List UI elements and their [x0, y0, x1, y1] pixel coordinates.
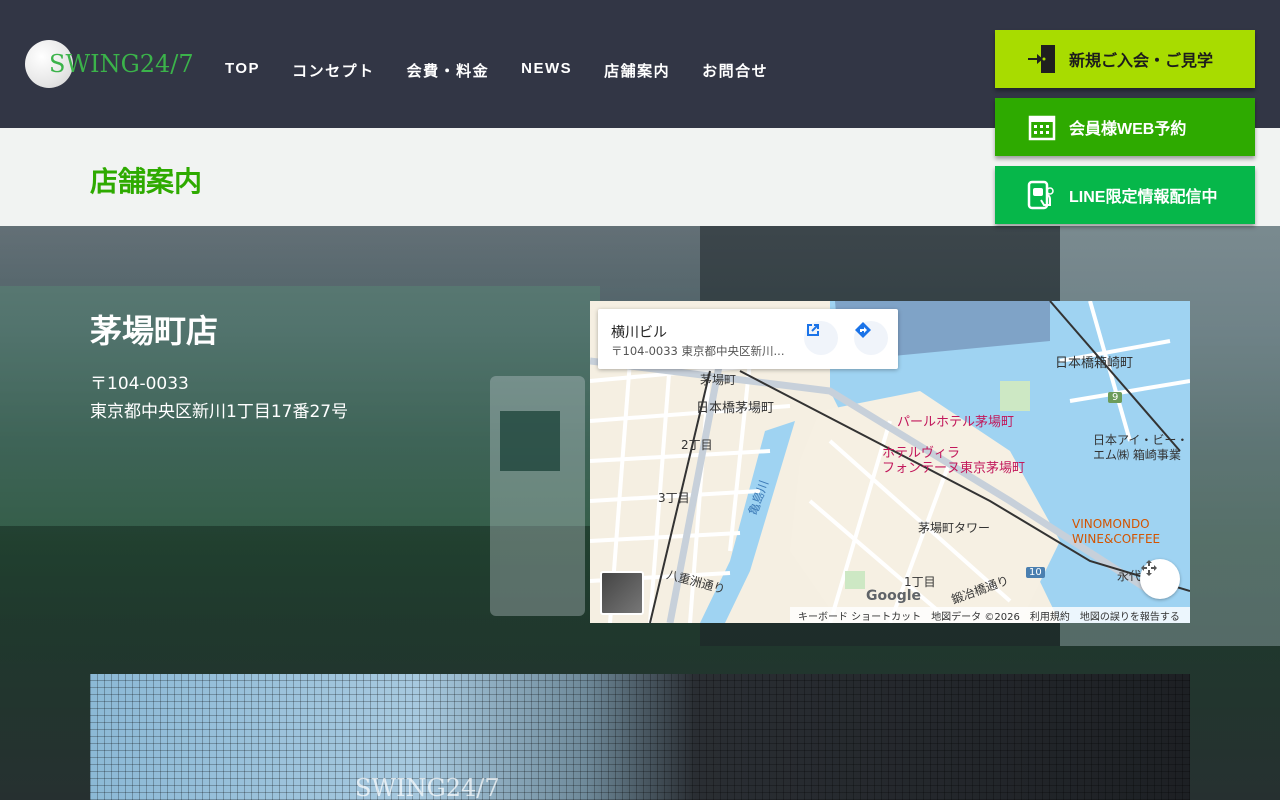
line-info-button[interactable]: LINE限定情報配信中 — [995, 166, 1255, 224]
map-label-chome3: 3丁目 — [658, 491, 690, 505]
join-visit-button[interactable]: 新規ご入会・ご見学 — [995, 30, 1255, 88]
route-9-badge: 9 — [1108, 392, 1123, 403]
map-footer: キーボード ショートカット 地図データ ©2026 利用規約 地図の誤りを報告す… — [790, 607, 1190, 623]
place-card[interactable]: 横川ビル 〒104-0033 東京都中央区新川... — [598, 309, 898, 369]
line-info-label: LINE限定情報配信中 — [1069, 189, 1218, 206]
keyboard-shortcuts-link[interactable]: キーボード ショートカット — [798, 608, 921, 623]
map-data-credit: 地図データ ©2026 — [931, 611, 1020, 623]
net-texture — [90, 674, 1190, 800]
directions-button[interactable] — [854, 321, 888, 355]
report-error-link[interactable]: 地図の誤りを報告する — [1080, 608, 1180, 623]
calendar-icon — [1025, 110, 1059, 144]
map-label-vinomondo-2[interactable]: WINE&COFFEE — [1072, 532, 1160, 546]
logo-text: SWING24/7 — [49, 50, 194, 78]
join-visit-label: 新規ご入会・ご見学 — [1069, 53, 1214, 70]
store-name: 茅場町店 — [90, 312, 219, 350]
web-reservation-label: 会員様WEB予約 — [1069, 121, 1187, 138]
street-address: 東京都中央区新川1丁目17番27号 — [90, 402, 349, 422]
map-label-tower[interactable]: 茅場町タワー — [918, 519, 990, 536]
fullscreen-icon — [1141, 560, 1157, 576]
nav-contact[interactable]: お問合せ — [702, 60, 768, 81]
nav-top[interactable]: TOP — [225, 60, 260, 81]
site-logo[interactable]: SWING24/7 — [25, 38, 200, 90]
directions-icon — [855, 322, 871, 338]
map-label-hakozaki: 日本橋箱崎町 — [1055, 356, 1134, 371]
place-title: 横川ビル — [611, 325, 667, 341]
map-label-hotel-villa-2[interactable]: フォンテーヌ東京茅場町 — [882, 457, 1025, 476]
page-title: 店舗案内 — [90, 165, 203, 198]
door-enter-icon — [1025, 42, 1059, 76]
map-label-kayabacho: 茅場町 — [700, 373, 737, 387]
map-label-vinomondo-1[interactable]: VINOMONDO — [1072, 517, 1150, 531]
nav-concept[interactable]: コンセプト — [292, 60, 375, 81]
smartphone-tap-icon — [1025, 178, 1059, 212]
google-map[interactable]: 茅場町 日本橋茅場町 日本橋箱崎町 パールホテル茅場町 ホテルヴィラ フォンテー… — [590, 301, 1190, 623]
terms-link[interactable]: 利用規約 — [1030, 608, 1070, 623]
external-link-icon — [807, 324, 819, 336]
open-in-maps-button[interactable] — [804, 321, 838, 355]
satellite-toggle[interactable] — [600, 571, 644, 615]
map-label-hotel-pearl[interactable]: パールホテル茅場町 — [897, 411, 1014, 430]
nav-news[interactable]: NEWS — [521, 60, 572, 81]
route-10-badge: 10 — [1026, 567, 1045, 578]
postal-code: 〒104-0033 — [90, 374, 189, 394]
google-logo: Google — [866, 588, 922, 604]
map-label-chome2: 2丁目 — [681, 438, 713, 452]
map-label-nihonbashi-kayabacho: 日本橋茅場町 — [696, 401, 775, 416]
store-address: 〒104-0033 東京都中央区新川1丁目17番27号 — [90, 370, 348, 426]
nav-fees[interactable]: 会費・料金 — [407, 60, 490, 81]
main-nav: TOP コンセプト 会費・料金 NEWS 店舗案内 お問合せ — [225, 60, 800, 81]
photo-watermark: SWING24/7 — [355, 774, 500, 800]
store-photo: SWING24/7 — [90, 674, 1190, 800]
fullscreen-button[interactable] — [1140, 559, 1180, 599]
kiosk-display-image — [500, 411, 560, 471]
nav-stores[interactable]: 店舗案内 — [604, 60, 670, 81]
map-label-ibm-2[interactable]: エム㈱ 箱崎事業 — [1093, 446, 1181, 463]
place-address: 〒104-0033 東京都中央区新川... — [611, 344, 785, 358]
map-label-eitai: 永代 — [1117, 569, 1142, 583]
web-reservation-button[interactable]: 会員様WEB予約 — [995, 98, 1255, 156]
